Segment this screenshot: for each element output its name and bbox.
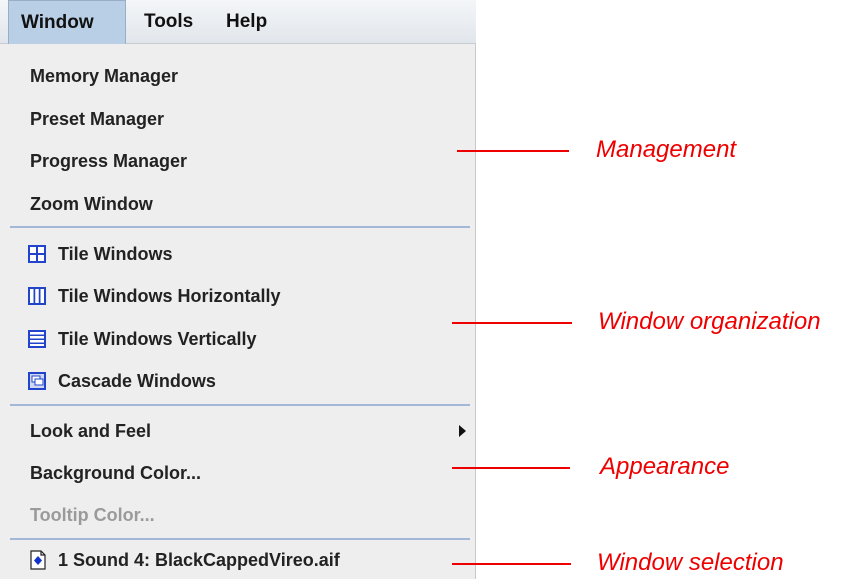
annotation-window-organization: Window organization [598,308,821,335]
menu-item-label: Preset Manager [30,109,165,129]
menu-bar: Window Tools Help [0,0,476,44]
menu-item-label: Background Color... [30,463,202,483]
annotation-line-management [457,150,569,152]
menu-separator [10,404,470,406]
menu-tools-label: Tools [144,11,194,32]
menu-item-label: Tooltip Color... [30,505,155,525]
menu-item-cascade-windows[interactable]: Cascade Windows [0,361,476,401]
menu-item-tooltip-color: Tooltip Color... [0,495,476,535]
menu-window-label: Window [21,12,94,33]
menu-item-memory-manager[interactable]: Memory Manager [0,56,476,96]
menu-help-label: Help [226,11,268,32]
menu-help[interactable]: Help [214,0,279,44]
annotation-appearance: Appearance [600,453,730,480]
menu-item-label: Zoom Window [30,194,153,214]
menu-item-label: Tile Windows [58,244,173,264]
menu-tools[interactable]: Tools [132,0,205,44]
tile-horizontal-icon [28,287,46,305]
menu-item-window-sound-4[interactable]: 1 Sound 4: BlackCappedVireo.aif [0,540,476,580]
menu-item-tile-windows[interactable]: Tile Windows [0,234,476,274]
menu-item-label: Tile Windows Horizontally [58,286,281,306]
menu-item-background-color[interactable]: Background Color... [0,453,476,493]
annotation-line-appearance [452,467,570,469]
menu-item-label: Cascade Windows [58,371,216,391]
sound-window-icon [30,550,46,570]
menu-item-zoom-window[interactable]: Zoom Window [0,184,476,224]
annotation-window-selection: Window selection [597,549,784,576]
tile-windows-icon [28,245,46,263]
menu-separator [10,226,470,228]
menu-item-look-and-feel[interactable]: Look and Feel [0,411,476,451]
annotation-line-window-selection [452,563,571,565]
annotation-line-window-organization [452,322,572,324]
menu-item-label: Memory Manager [30,66,179,86]
menu-item-progress-manager[interactable]: Progress Manager [0,141,476,181]
menu-item-label: Progress Manager [30,151,188,171]
menu-window[interactable]: Window [8,0,126,44]
menu-item-tile-windows-horizontally[interactable]: Tile Windows Horizontally [0,276,476,316]
menu-item-tile-windows-vertically[interactable]: Tile Windows Vertically [0,319,476,359]
menu-item-preset-manager[interactable]: Preset Manager [0,99,476,139]
chevron-right-icon [459,425,466,437]
menu-item-label: 1 Sound 4: BlackCappedVireo.aif [58,550,340,570]
cascade-windows-icon [28,372,46,390]
annotation-management: Management [596,136,737,163]
menu-item-label: Look and Feel [30,421,152,441]
tile-vertical-icon [28,330,46,348]
menu-item-label: Tile Windows Vertically [58,329,257,349]
window-menu-dropdown: Memory Manager Preset Manager Progress M… [0,44,476,579]
